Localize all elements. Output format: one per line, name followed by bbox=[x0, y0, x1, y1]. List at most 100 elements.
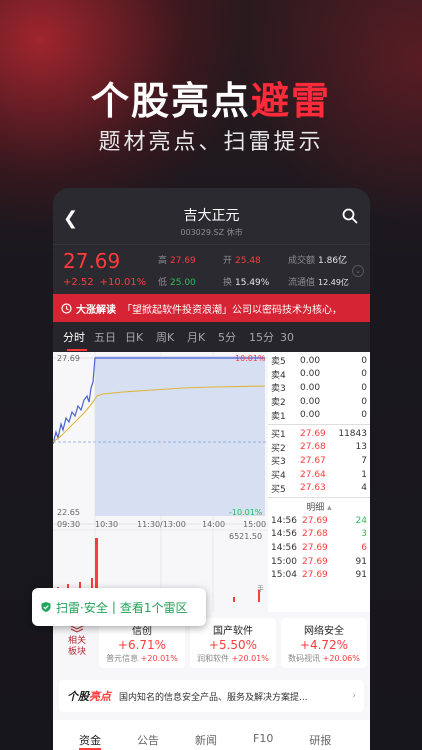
float-value: 12.49亿 bbox=[318, 278, 349, 287]
trade-price: 27.69 bbox=[302, 556, 328, 567]
sector-card-domestic-software[interactable]: 国产软件 +5.50% 润和软件 +20.01% bbox=[190, 618, 276, 668]
chart-bottom-price: 22.65 bbox=[57, 508, 80, 517]
float-label: 流通值 bbox=[288, 278, 316, 288]
sector-pct: +5.50% bbox=[208, 638, 258, 652]
trade-row: 14:56 27.68 3 bbox=[268, 528, 370, 542]
detail-header[interactable]: 明细 ▴ bbox=[268, 500, 370, 514]
promo-headline: 个股亮点避雷 bbox=[0, 70, 422, 125]
book-qty: 1 bbox=[361, 469, 367, 480]
time-axis-end: 15:00 bbox=[243, 520, 267, 529]
nav-bar: ❮ 吉大正元 003029.SZ 休市 bbox=[53, 188, 370, 244]
tab-15min[interactable]: 15分 bbox=[249, 329, 279, 345]
sectors-side-label[interactable]: 相关板块 bbox=[59, 622, 95, 658]
trade-price: 27.69 bbox=[302, 542, 328, 553]
order-book: 卖5 0.00 0 卖4 0.00 0 卖3 0.00 0 卖2 0.00 0 卖1 0.00 0 … bbox=[268, 352, 370, 612]
price-fill-area bbox=[95, 356, 265, 516]
scan-safe-text: 扫雷·安全 bbox=[56, 600, 108, 615]
trade-price: 27.68 bbox=[302, 529, 328, 540]
tab-intraday[interactable]: 分时 bbox=[63, 329, 93, 345]
quote-panel: 27.69 +2.52 +10.01% 高 27.69 低 25.00 开 25.48 … bbox=[53, 244, 370, 294]
promo-subline: 题材亮点、扫雷提示 bbox=[98, 130, 324, 155]
expand-chevron-icon[interactable]: ⌄ bbox=[352, 265, 364, 277]
book-key: 买3 bbox=[271, 457, 286, 468]
clock-icon bbox=[61, 302, 72, 314]
caret-up-icon: ▴ bbox=[327, 502, 332, 513]
lead-stock-pct: +20.06% bbox=[322, 654, 360, 663]
book-key: 卖2 bbox=[271, 398, 286, 409]
book-row: 卖1 0.00 0 bbox=[268, 408, 370, 422]
time-axis-1030: 10:30 bbox=[95, 520, 119, 529]
volume-max: 6521.50 bbox=[229, 532, 263, 541]
book-divider bbox=[268, 496, 370, 498]
book-qty: 0 bbox=[361, 382, 367, 393]
quote-rate: 换 15.49% bbox=[223, 275, 269, 288]
sector-card-network-security[interactable]: 网络安全 +4.72% 数码视讯 +20.06% bbox=[281, 618, 367, 668]
tab-five-day[interactable]: 五日 bbox=[94, 329, 124, 345]
book-qty: 13 bbox=[355, 442, 367, 453]
trade-qty: 6 bbox=[361, 542, 367, 553]
book-row: 买1 27.69 11843 bbox=[268, 427, 370, 441]
book-row: 卖3 0.00 0 bbox=[268, 381, 370, 395]
book-row: 卖2 0.00 0 bbox=[268, 395, 370, 409]
tab-research[interactable]: 研报 bbox=[309, 732, 331, 750]
tab-monthly-k[interactable]: 月K bbox=[187, 329, 217, 345]
headline-white: 个股亮点 bbox=[90, 79, 251, 123]
view-mines-link[interactable]: 查看1个雷区 bbox=[120, 599, 188, 616]
price-change: +2.52 +10.01% bbox=[63, 277, 152, 288]
tab-f10[interactable]: F10 bbox=[253, 732, 273, 750]
sector-lead-stock: 数码视讯 +20.06% bbox=[281, 653, 367, 664]
ticker-label: 大涨解读 bbox=[76, 304, 116, 316]
bottom-tabs: 资金 公告 新闻 F10 研报 bbox=[53, 720, 370, 750]
quote-turnover: 成交额 1.86亿 bbox=[288, 253, 347, 266]
high-label: 高 bbox=[158, 256, 168, 266]
chart-top-price: 27.69 bbox=[57, 354, 80, 363]
trade-price: 27.69 bbox=[302, 570, 328, 581]
tab-announcements[interactable]: 公告 bbox=[137, 732, 159, 750]
tab-5min[interactable]: 5分 bbox=[218, 329, 248, 345]
book-qty: 0 bbox=[361, 369, 367, 380]
lead-stock-name: 普元信息 bbox=[106, 654, 139, 663]
book-price: 0.00 bbox=[300, 382, 321, 393]
book-qty: 7 bbox=[361, 455, 367, 466]
book-row: 买5 27.63 4 bbox=[268, 481, 370, 495]
sector-name: 网络安全 bbox=[304, 626, 344, 637]
book-divider bbox=[268, 423, 370, 425]
tab-capital[interactable]: 资金 bbox=[79, 732, 101, 750]
tab-weekly-k[interactable]: 周K bbox=[156, 329, 186, 345]
popup-divider: | bbox=[111, 600, 116, 614]
trade-qty: 24 bbox=[355, 515, 367, 526]
rate-value: 15.49% bbox=[235, 278, 270, 288]
change-value: +2.52 bbox=[63, 277, 94, 288]
book-price: 27.63 bbox=[300, 483, 326, 494]
chart-tabs: 分时 五日 日K 周K 月K 5分 15分 30 bbox=[53, 322, 370, 352]
surge-ticker[interactable]: 大涨解读 「望掀起软件投资浪潮」公司以密码技术为核心， bbox=[53, 294, 370, 322]
search-icon[interactable] bbox=[342, 208, 358, 224]
open-label: 开 bbox=[223, 256, 233, 266]
intraday-chart[interactable]: 27.69 10.01% 22.65 -10.01% 09:30 10:30 1… bbox=[53, 352, 370, 612]
book-key: 卖4 bbox=[271, 370, 286, 381]
book-price: 0.00 bbox=[300, 369, 321, 380]
sector-pct: +4.72% bbox=[299, 638, 349, 652]
tab-daily-k[interactable]: 日K bbox=[125, 329, 155, 345]
rate-label: 换 bbox=[223, 278, 233, 288]
sector-lead-stock: 润和软件 +20.01% bbox=[190, 653, 276, 664]
trade-time: 15:04 bbox=[271, 570, 297, 581]
book-qty: 4 bbox=[361, 483, 367, 494]
low-label: 低 bbox=[158, 278, 168, 288]
trade-row: 14:56 27.69 6 bbox=[268, 541, 370, 555]
mine-scan-popup[interactable]: 扫雷·安全 | 查看1个雷区 bbox=[32, 588, 206, 626]
lead-stock-pct: +20.01% bbox=[140, 654, 178, 663]
detail-label: 明细 bbox=[306, 502, 325, 513]
highlight-brief-card[interactable]: 个股亮点 国内知名的信息安全产品、服务及解决方案提... › bbox=[59, 680, 364, 712]
tab-news[interactable]: 新闻 bbox=[195, 732, 217, 750]
tab-30min[interactable]: 30 bbox=[280, 331, 310, 344]
phone-screen: ❮ 吉大正元 003029.SZ 休市 27.69 +2.52 +10.01% 高… bbox=[53, 188, 370, 750]
book-price: 0.00 bbox=[300, 396, 321, 407]
stock-title: 吉大正元 bbox=[183, 208, 240, 224]
logo-part-b: 亮点 bbox=[89, 690, 111, 703]
quote-float: 流通值 12.49亿 bbox=[288, 275, 349, 288]
highlight-logo: 个股亮点 bbox=[67, 688, 111, 704]
book-row: 卖4 0.00 0 bbox=[268, 368, 370, 382]
sector-lead-stock: 普元信息 +20.01% bbox=[99, 653, 185, 664]
book-key: 卖5 bbox=[271, 357, 286, 368]
